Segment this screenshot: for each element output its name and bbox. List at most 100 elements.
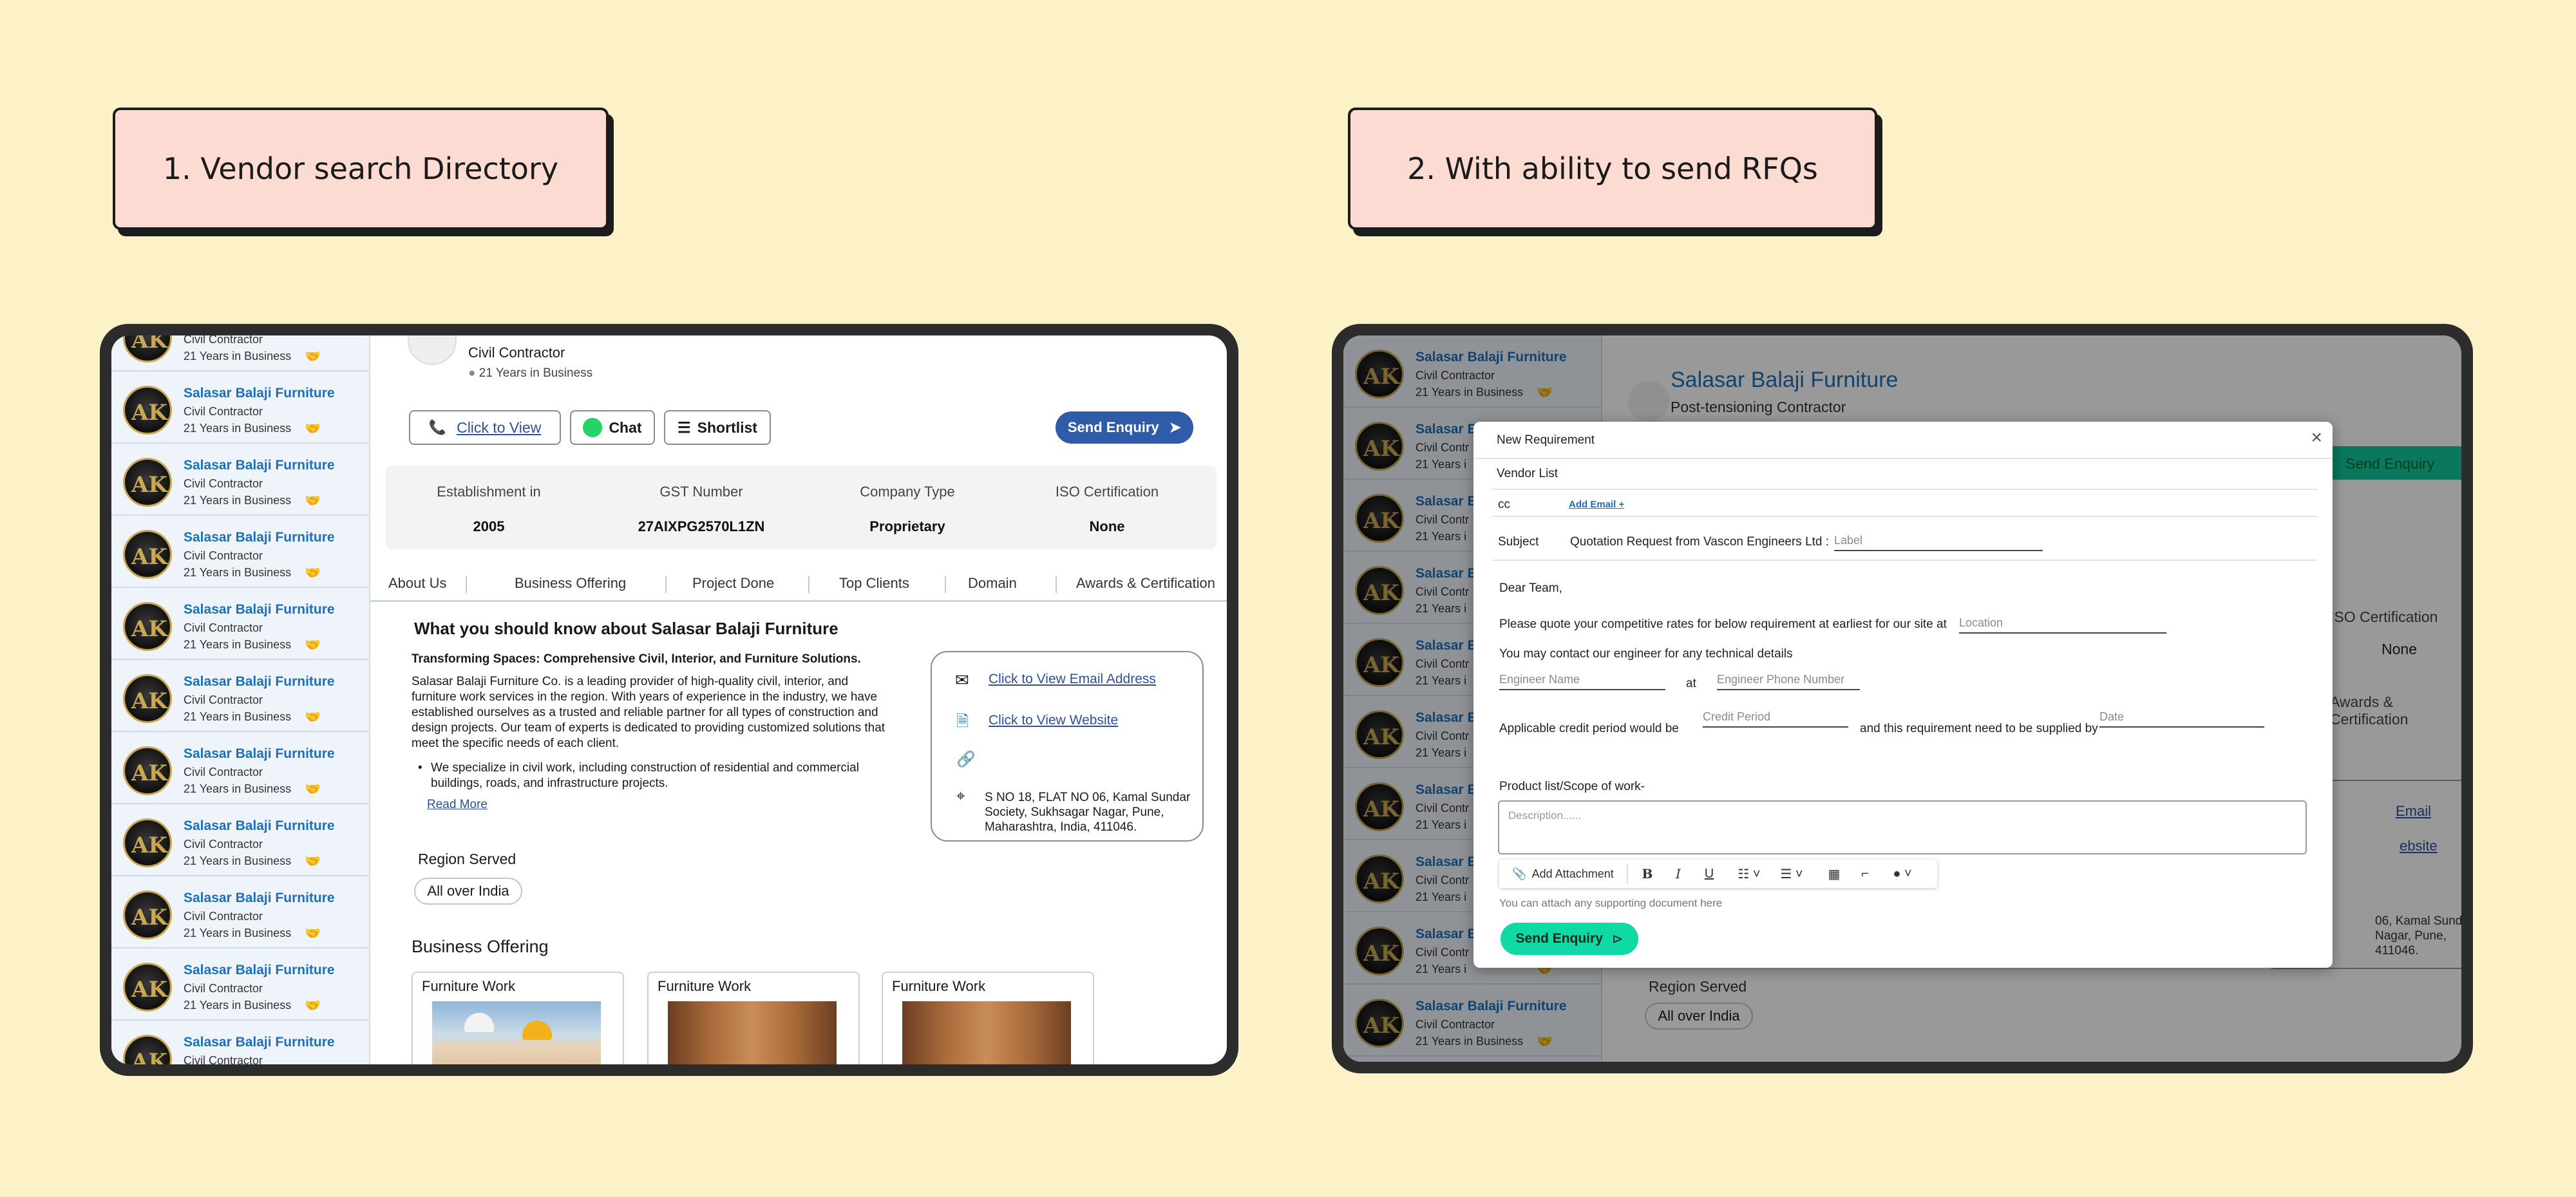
vendor-name[interactable]: Salasar Balaji Furniture [184, 386, 335, 401]
info-value: 2005 [473, 518, 505, 534]
vendor-name[interactable]: Salasar Balaji Furniture [184, 963, 335, 978]
divider [1493, 516, 2317, 517]
vendor-years: 21 Years in Business [184, 638, 292, 651]
subject-label-input[interactable]: Label [1834, 534, 2043, 551]
vendor-name[interactable]: Salasar Balaji Furniture [184, 530, 335, 545]
vendor-type: Civil Contractor [184, 405, 263, 418]
vendor-name[interactable]: Salasar Balaji Furniture [184, 1035, 335, 1050]
click-to-view-button[interactable]: 📞 Click to View [409, 410, 561, 445]
close-icon[interactable]: × [2311, 427, 2322, 449]
engineer-name-input[interactable]: Engineer Name [1499, 673, 1665, 690]
send-enquiry-button[interactable]: Send Enquiry ➤ [1056, 411, 1193, 444]
tab-business-offering[interactable]: Business Offering [515, 575, 626, 592]
tab-divider [665, 576, 667, 593]
divider [1473, 458, 2333, 459]
add-email-link[interactable]: Add Email + [1569, 499, 1624, 510]
offering-card[interactable]: Furniture Work [412, 972, 624, 1064]
vendor-logo: AK [123, 1035, 172, 1064]
svg-text:AK: AK [131, 760, 168, 786]
vendor-name[interactable]: Salasar Balaji Furniture [184, 674, 335, 690]
click-to-view-label: Click to View [457, 419, 542, 436]
vendor-card[interactable]: AK Salasar Balaji Furniture Civil Contract… [111, 516, 369, 588]
tab-awards[interactable]: Awards & Certification [1076, 575, 1215, 592]
offering-card[interactable]: Furniture Work [882, 972, 1094, 1064]
svg-text:AK: AK [131, 544, 168, 570]
svg-text:AK: AK [131, 335, 168, 353]
vendor-card[interactable]: AK Salasar Balaji Furniture Civil Contract… [111, 372, 369, 444]
table-icon[interactable]: ▦ [1821, 860, 1847, 888]
shortlist-button[interactable]: ☰ Shortlist [664, 410, 771, 445]
vendor-name[interactable]: Salasar Balaji Furniture [184, 818, 335, 834]
left-device-frame: AK Salasar Balaji Furniture Civil Contra… [100, 324, 1238, 1076]
handshake-icon: 🤝 [305, 999, 321, 1013]
view-website-link[interactable]: Click to View Website [989, 713, 1118, 728]
vendor-type: Civil Contractor [184, 549, 263, 562]
web-icon: 🗎 [956, 713, 969, 730]
vendor-logo: AK [123, 530, 172, 579]
vendor-name[interactable]: Salasar Balaji Furniture [184, 602, 335, 617]
credit-period-input[interactable]: Credit Period [1703, 710, 1848, 728]
handshake-icon: 🤝 [305, 782, 321, 796]
detail-tabs: About Us Business Offering Project Done … [370, 569, 1227, 602]
modal-title: New Requirement [1497, 433, 1595, 447]
engineer-phone-input[interactable]: Engineer Phone Number [1717, 673, 1860, 690]
divider [1493, 560, 2317, 561]
bold-icon[interactable]: B [1634, 860, 1660, 888]
vendor-card[interactable]: AK Salasar Balaji Furniture Civil Contract… [111, 444, 369, 516]
contact-card: ✉ Click to View Email Address 🗎 Click to… [931, 651, 1204, 842]
vendor-name[interactable]: Salasar Balaji Furniture [184, 891, 335, 906]
vendor-card[interactable]: AK Salasar Balaji Furniture Civil Contract… [111, 660, 369, 732]
vendor-card[interactable]: AK Salasar Balaji Furniture Civil Contra… [111, 335, 369, 372]
description-textarea[interactable]: Description...... [1498, 800, 2307, 854]
vendor-name[interactable]: Salasar Balaji Furniture [184, 746, 335, 762]
date-input[interactable]: Date [2099, 710, 2264, 728]
format-painter-icon[interactable]: ⌐ [1852, 860, 1878, 888]
new-requirement-modal: New Requirement × Vendor List cc Add Ema… [1473, 422, 2333, 968]
vendor-years: 21 Years in Business [184, 494, 292, 507]
modal-send-enquiry-button[interactable]: Send Enquiry ⊳ [1501, 923, 1638, 955]
tab-project-done[interactable]: Project Done [692, 575, 774, 592]
info-company-type: Company Type Proprietary [811, 484, 1004, 535]
handshake-icon: 🤝 [305, 566, 321, 580]
vendor-logo: AK [123, 386, 172, 435]
numbered-list-icon[interactable]: ☰ ˅ [1772, 860, 1811, 888]
tab-top-clients[interactable]: Top Clients [839, 575, 909, 592]
info-label: ISO Certification [1055, 484, 1159, 500]
company-info-band: Establishment in 2005 GST Number 27AIXPG25… [386, 466, 1217, 549]
color-fill-icon[interactable]: ● ˅ [1883, 860, 1922, 888]
vendor-detail: Civil Contractor ● 21 Years in Business … [370, 335, 1227, 1064]
underline-icon[interactable]: U [1696, 860, 1722, 888]
tab-divider [808, 576, 810, 593]
vendor-card[interactable]: AK Salasar Balaji Furniture Civil Contract… [111, 1021, 369, 1064]
vendor-card[interactable]: AK Salasar Balaji Furniture Civil Contract… [111, 588, 369, 660]
read-more-link[interactable]: Read More [427, 798, 488, 812]
italic-icon[interactable]: I [1665, 860, 1691, 888]
tab-domain[interactable]: Domain [968, 575, 1017, 592]
vendor-card[interactable]: AK Salasar Balaji Furniture Civil Contract… [111, 948, 369, 1021]
tab-divider [466, 576, 467, 593]
bullet-list-icon[interactable]: ☷ ˅ [1730, 860, 1768, 888]
vendor-logo: AK [123, 746, 172, 795]
vendor-years: 21 Years in Business [184, 999, 292, 1012]
location-input[interactable]: Location [1959, 616, 2166, 634]
vendor-card[interactable]: AK Salasar Balaji Furniture Civil Contract… [111, 732, 369, 804]
left-screen: AK Salasar Balaji Furniture Civil Contra… [111, 335, 1227, 1064]
vendor-card[interactable]: AK Salasar Balaji Furniture Civil Contract… [111, 804, 369, 876]
offering-title: Furniture Work [658, 978, 752, 994]
about-bullet: • We specialize in civil work, including… [418, 760, 895, 791]
chat-button[interactable]: Chat [570, 410, 655, 445]
tab-about-us[interactable]: About Us [388, 575, 447, 592]
vendor-logo: AK [123, 963, 172, 1012]
hardhat-shape [464, 1013, 494, 1032]
info-value: None [1089, 518, 1125, 534]
add-attachment-button[interactable]: 📎 Add Attachment [1503, 860, 1623, 888]
add-attachment-label: Add Attachment [1531, 867, 1614, 880]
vendor-name[interactable]: Salasar Balaji Furniture [184, 458, 335, 473]
vendor-sidebar[interactable]: AK Salasar Balaji Furniture Civil Contra… [111, 335, 370, 1064]
offering-card[interactable]: Furniture Work [647, 972, 860, 1064]
svg-text:AK: AK [131, 833, 168, 858]
vendor-card[interactable]: AK Salasar Balaji Furniture Civil Contract… [111, 876, 369, 948]
modal-send-label: Send Enquiry [1515, 931, 1603, 946]
vendor-years: 21 Years in Business [184, 422, 292, 435]
view-email-link[interactable]: Click to View Email Address [989, 672, 1156, 687]
